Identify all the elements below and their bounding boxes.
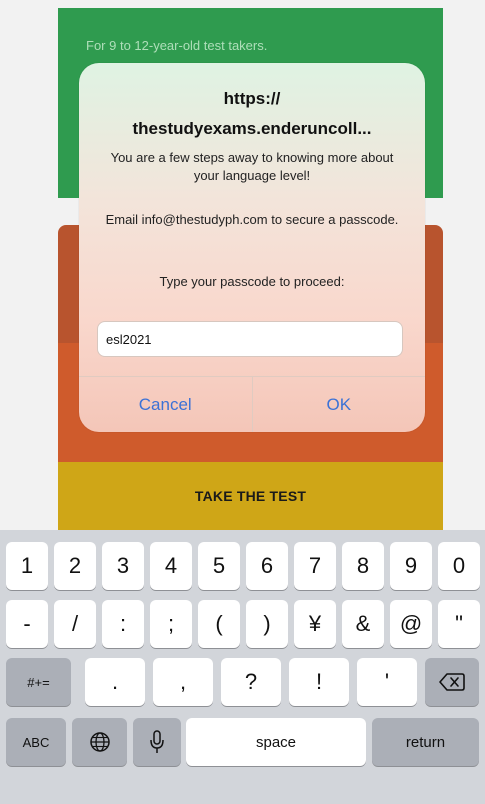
- key-ampersand[interactable]: &: [342, 600, 384, 648]
- key-5[interactable]: 5: [198, 542, 240, 590]
- key-apostrophe[interactable]: ': [357, 658, 417, 706]
- take-test-button[interactable]: TAKE THE TEST: [58, 462, 443, 530]
- key-exclamation[interactable]: !: [289, 658, 349, 706]
- keyboard: 1 2 3 4 5 6 7 8 9 0 - / : ; ( ) ¥ & @ " …: [0, 530, 485, 804]
- key-period[interactable]: .: [85, 658, 145, 706]
- abc-key[interactable]: ABC: [6, 718, 66, 766]
- microphone-icon: [150, 730, 164, 753]
- take-test-label: TAKE THE TEST: [194, 488, 307, 504]
- key-2[interactable]: 2: [54, 542, 96, 590]
- delete-key[interactable]: [425, 658, 479, 706]
- key-comma[interactable]: ,: [153, 658, 213, 706]
- key-3[interactable]: 3: [102, 542, 144, 590]
- delete-icon: [439, 673, 465, 691]
- key-6[interactable]: 6: [246, 542, 288, 590]
- dialog-message-prompt: Type your passcode to proceed:: [159, 274, 345, 289]
- key-yen[interactable]: ¥: [294, 600, 336, 648]
- key-9[interactable]: 9: [390, 542, 432, 590]
- ok-button[interactable]: OK: [253, 377, 426, 432]
- age-group-text: For 9 to 12-year-old test takers.: [86, 38, 268, 53]
- key-question[interactable]: ?: [221, 658, 281, 706]
- dialog-message-email: Email info@thestudyph.com to secure a pa…: [105, 212, 399, 227]
- keyboard-row-symbols: - / : ; ( ) ¥ & @ ": [0, 600, 485, 648]
- key-semicolon[interactable]: ;: [150, 600, 192, 648]
- key-4[interactable]: 4: [150, 542, 192, 590]
- key-colon[interactable]: :: [102, 600, 144, 648]
- key-0[interactable]: 0: [438, 542, 480, 590]
- key-1[interactable]: 1: [6, 542, 48, 590]
- globe-key[interactable]: [72, 718, 127, 766]
- dialog-title-line1: https://: [223, 89, 281, 108]
- space-key[interactable]: space: [186, 718, 366, 766]
- passcode-dialog: https:// thestudyexams.enderuncoll... Yo…: [79, 63, 425, 432]
- key-slash[interactable]: /: [54, 600, 96, 648]
- key-7[interactable]: 7: [294, 542, 336, 590]
- passcode-input[interactable]: [97, 321, 403, 357]
- dialog-message-intro: You are a few steps away to knowing more…: [110, 150, 394, 183]
- key-quote[interactable]: ": [438, 600, 480, 648]
- key-8[interactable]: 8: [342, 542, 384, 590]
- key-open-paren[interactable]: (: [198, 600, 240, 648]
- microphone-key[interactable]: [133, 718, 181, 766]
- return-key[interactable]: return: [372, 718, 479, 766]
- key-close-paren[interactable]: ): [246, 600, 288, 648]
- key-at[interactable]: @: [390, 600, 432, 648]
- cancel-button[interactable]: Cancel: [79, 377, 253, 432]
- dialog-title-line2: thestudyexams.enderuncoll...: [132, 119, 372, 138]
- more-symbols-key[interactable]: #+=: [6, 658, 71, 706]
- keyboard-row-numbers: 1 2 3 4 5 6 7 8 9 0: [0, 542, 485, 590]
- globe-icon: [89, 732, 110, 752]
- key-hyphen[interactable]: -: [6, 600, 48, 648]
- dialog-button-row: Cancel OK: [79, 376, 425, 432]
